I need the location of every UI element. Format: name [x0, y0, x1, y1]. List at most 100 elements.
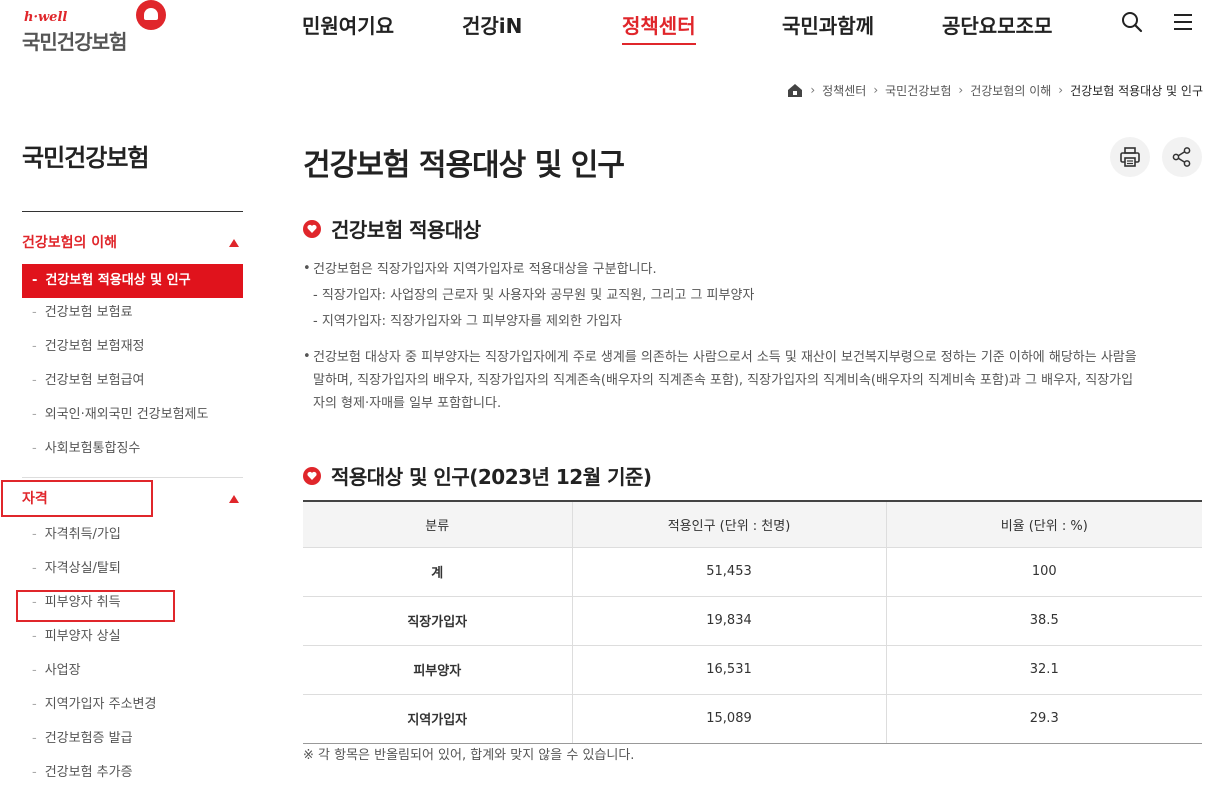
sidebar-item-label: 건강보험 추가증 — [44, 765, 133, 780]
menu-icon[interactable] — [1171, 10, 1195, 34]
nav-item-with-public[interactable]: 국민과함께 — [782, 10, 874, 39]
chevron-right-icon: › — [810, 83, 816, 97]
sidebar-item-label: 사업장 — [44, 663, 81, 678]
sidebar-item-foreigner[interactable]: - 외국인·재외국민 건강보험제도 — [22, 400, 243, 430]
paragraph-line: 건강보험 대상자 중 피부양자는 직장가입자에게 주로 생계를 의존하는 사람으… — [313, 350, 1137, 365]
sidebar-item-label: 피부양자 상실 — [44, 629, 121, 644]
sidebar-item-label: 지역가입자 주소변경 — [44, 697, 157, 712]
share-button[interactable] — [1162, 137, 1202, 177]
heart-bullet-icon — [303, 466, 321, 485]
row-header: 피부양자 — [303, 645, 572, 695]
sidebar-item-label: 건강보험 보험급여 — [44, 373, 145, 388]
triangle-up-icon — [229, 239, 239, 247]
sidebar-divider — [22, 211, 243, 212]
logo-name: 국민건강보험 — [22, 30, 127, 54]
table-row: 직장가입자 19,834 38.5 — [303, 596, 1202, 646]
sidebar-item-label: 건강보험증 발급 — [44, 731, 133, 746]
column-header: 분류 — [303, 500, 572, 548]
sidebar-item-premium[interactable]: - 건강보험 보험료 — [22, 298, 243, 328]
column-header: 적용인구 (단위 : 천명) — [571, 500, 886, 548]
sidebar-item-label: 자격취득/가입 — [44, 527, 121, 542]
chevron-right-icon: › — [958, 83, 964, 97]
table-row: 지역가입자 15,089 29.3 — [303, 694, 1202, 744]
paragraph-line: 말하며, 직장가입자의 배우자, 직장가입자의 직계존속(배우자의 직계존속 포… — [313, 373, 1134, 388]
table-cell: 15,089 — [571, 694, 886, 744]
print-button[interactable] — [1110, 137, 1150, 177]
table-cell: 16,531 — [571, 645, 886, 695]
home-icon[interactable] — [787, 82, 803, 98]
sidebar-divider — [22, 477, 243, 478]
nav-item-health-in[interactable]: 건강iN — [462, 10, 522, 39]
sidebar-item-label: 외국인·재외국민 건강보험제도 — [44, 407, 209, 422]
sidebar-item-card-issue[interactable]: - 건강보험증 발급 — [22, 724, 243, 754]
row-header: 직장가입자 — [303, 596, 572, 646]
sidebar-item-acquire[interactable]: - 자격취득/가입 — [22, 520, 243, 550]
paragraph: 건강보험은 직장가입자와 지역가입자로 적용대상을 구분합니다. — [313, 262, 657, 277]
sidebar-section-header[interactable]: 건강보험의 이해 — [22, 228, 243, 258]
heart-bullet-icon — [303, 219, 321, 238]
table-row: 계 51,453 100 — [303, 547, 1202, 597]
table-footnote: ※ 각 항목은 반올림되어 있어, 합계와 맞지 않을 수 있습니다. — [303, 748, 635, 763]
sidebar-item-dependent-loss[interactable]: - 피부양자 상실 — [22, 622, 243, 652]
sub-item-text: 직장가입자: 사업장의 근로자 및 사용자와 공무원 및 교직원, 그리고 그 … — [321, 288, 755, 303]
section-title-population: 적용대상 및 인구(2023년 12월 기준) — [303, 461, 652, 490]
breadcrumb-item[interactable]: 정책센터 — [822, 82, 866, 99]
sub-item: - 직장가입자: 사업장의 근로자 및 사용자와 공무원 및 교직원, 그리고 … — [313, 288, 755, 303]
column-header: 비율 (단위 : %) — [885, 500, 1202, 548]
nav-item-about[interactable]: 공단요모조모 — [942, 10, 1052, 39]
page-title: 건강보험 적용대상 및 인구 — [303, 148, 625, 183]
section-title-text: 건강보험 적용대상 — [331, 218, 481, 242]
sidebar-item-coverage[interactable]: - 건강보험 적용대상 및 인구 — [22, 264, 243, 298]
highlight-box — [16, 590, 175, 622]
table-cell: 38.5 — [885, 596, 1202, 646]
table-cell: 32.1 — [885, 645, 1202, 695]
table-header-row: 분류 적용인구 (단위 : 천명) 비율 (단위 : %) — [303, 500, 1202, 548]
sidebar-item-additional-card[interactable]: - 건강보험 추가증 — [22, 758, 243, 788]
sidebar-title: 국민건강보험 — [22, 144, 149, 172]
sidebar-item-label: 자격상실/탈퇴 — [44, 561, 121, 576]
triangle-up-icon — [229, 495, 239, 503]
table-cell: 51,453 — [571, 547, 886, 597]
site-logo[interactable]: h·well 국민건강보험 — [22, 0, 172, 54]
bullet-dot: • — [303, 261, 311, 276]
breadcrumb: › 정책센터 › 국민건강보험 › 건강보험의 이해 › 건강보험 적용대상 및… — [787, 80, 1203, 100]
sidebar-section-understanding: 건강보험의 이해 — [22, 228, 243, 258]
heart-logo-icon — [136, 0, 166, 30]
sidebar-item-benefits[interactable]: - 건강보험 보험급여 — [22, 366, 243, 396]
sidebar-item-address-change[interactable]: - 지역가입자 주소변경 — [22, 690, 243, 720]
breadcrumb-current: 건강보험 적용대상 및 인구 — [1070, 83, 1203, 98]
nav-item-minwon[interactable]: 민원여기요 — [302, 10, 394, 39]
table-cell: 19,834 — [571, 596, 886, 646]
sidebar-section-label: 건강보험의 이해 — [22, 235, 118, 251]
sidebar-item-label: 건강보험 보험료 — [44, 305, 133, 320]
nav-item-policy-center[interactable]: 정책센터 — [622, 10, 696, 45]
sidebar-item-label: 건강보험 적용대상 및 인구 — [45, 273, 191, 288]
table-cell: 29.3 — [885, 694, 1202, 744]
table-row: 피부양자 16,531 32.1 — [303, 645, 1202, 695]
site-header: h·well 국민건강보험 민원여기요 건강iN 정책센터 국민과함께 공단요모… — [0, 0, 1223, 60]
logo-tagline: h·well — [24, 10, 68, 25]
search-icon[interactable] — [1120, 10, 1144, 34]
sidebar-item-label: 건강보험 보험재정 — [44, 339, 145, 354]
section-title-coverage: 건강보험 적용대상 — [303, 214, 481, 243]
highlight-box — [1, 480, 153, 517]
bullet-dot: • — [303, 349, 311, 364]
sidebar-item-label: 사회보험통합징수 — [44, 441, 141, 456]
row-header: 지역가입자 — [303, 694, 572, 744]
sidebar-item-finance[interactable]: - 건강보험 보험재정 — [22, 332, 243, 362]
sidebar-item-integrated-collection[interactable]: - 사회보험통합징수 — [22, 434, 243, 464]
table-cell: 100 — [885, 547, 1202, 597]
breadcrumb-item[interactable]: 국민건강보험 — [885, 82, 951, 99]
sub-item-text: 지역가입자: 직장가입자와 그 피부양자를 제외한 가입자 — [321, 314, 622, 329]
breadcrumb-item[interactable]: 건강보험의 이해 — [970, 82, 1051, 99]
row-header: 계 — [303, 547, 572, 597]
share-icon — [1172, 147, 1191, 167]
population-table: 분류 적용인구 (단위 : 천명) 비율 (단위 : %) 계 51,453 1… — [303, 500, 1202, 744]
chevron-right-icon: › — [873, 83, 879, 97]
print-icon — [1120, 147, 1140, 167]
paragraph-line: 자의 형제·자매를 일부 포함합니다. — [313, 396, 502, 411]
sidebar-item-loss[interactable]: - 자격상실/탈퇴 — [22, 554, 243, 584]
section-title-text: 적용대상 및 인구(2023년 12월 기준) — [331, 465, 652, 489]
sidebar-item-workplace[interactable]: - 사업장 — [22, 656, 243, 686]
sub-item: - 지역가입자: 직장가입자와 그 피부양자를 제외한 가입자 — [313, 314, 622, 329]
